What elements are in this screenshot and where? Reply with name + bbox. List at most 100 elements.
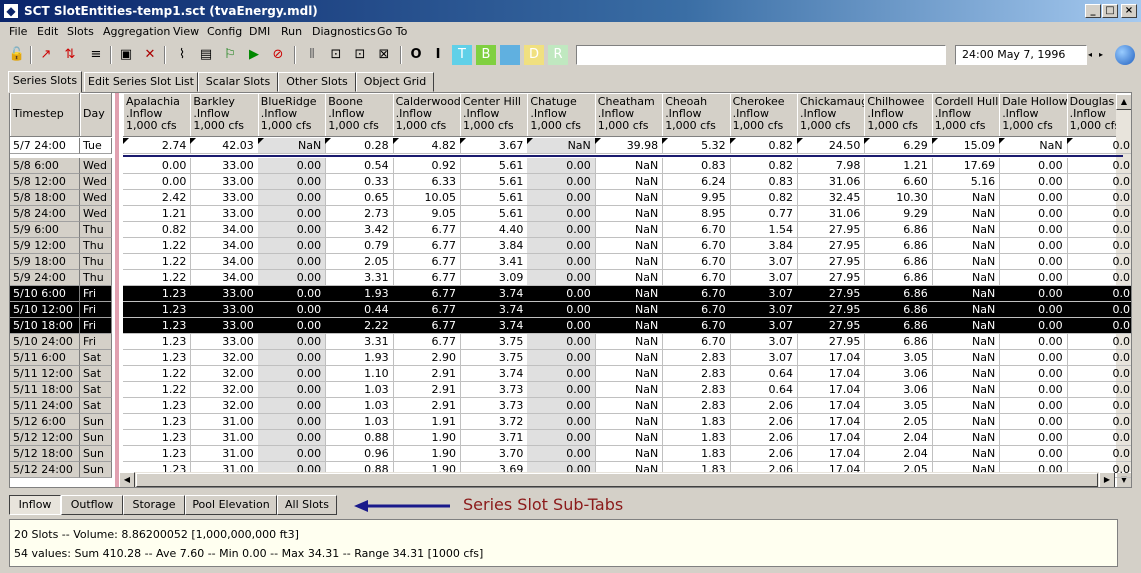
value-cell[interactable]: 0.00 — [257, 238, 327, 254]
day-cell[interactable]: Thu — [80, 238, 112, 254]
value-cell[interactable]: 0.00 — [999, 350, 1068, 366]
menu-view[interactable]: View — [173, 25, 199, 38]
value-cell[interactable]: 1.23 — [123, 286, 192, 302]
day-cell[interactable]: Sun — [80, 414, 112, 430]
flag-t-icon[interactable]: T — [452, 45, 472, 65]
column-header[interactable]: Cheatham .Inflow 1,000 cfs — [594, 93, 664, 137]
plot-icon[interactable]: ⌇ — [172, 45, 192, 65]
value-cell[interactable]: 3.07 — [729, 350, 798, 366]
subtab-pool-elevation[interactable]: Pool Elevation — [185, 495, 277, 515]
value-cell[interactable]: 6.77 — [392, 318, 461, 334]
value-cell[interactable]: 0.00 — [257, 254, 327, 270]
value-cell[interactable]: 0.79 — [325, 238, 394, 254]
timestep-cell[interactable]: 5/9 6:00 — [10, 222, 80, 238]
value-cell[interactable]: 0.00 — [999, 382, 1068, 398]
value-cell[interactable]: 0.83 — [729, 174, 798, 190]
value-cell[interactable]: 0.00 — [527, 222, 596, 238]
subtab-all-slots[interactable]: All Slots — [277, 495, 337, 515]
timestep-cell[interactable]: 5/12 12:00 — [10, 430, 80, 446]
value-cell[interactable]: 0.83 — [662, 158, 731, 174]
flag-b-icon[interactable]: B — [476, 45, 496, 65]
value-cell[interactable]: 0.00 — [999, 270, 1068, 286]
value-cell[interactable]: 6.70 — [662, 334, 731, 350]
value-cell[interactable]: 3.42 — [325, 222, 394, 238]
value-cell[interactable]: 3.07 — [729, 254, 798, 270]
value-cell[interactable]: 2.06 — [729, 398, 798, 414]
value-cell[interactable]: 0.65 — [325, 190, 394, 206]
column-header[interactable]: Chickamauga.Inflow1,000 cfs — [797, 93, 866, 137]
value-cell[interactable]: NaN — [931, 206, 1001, 222]
day-cell[interactable]: Fri — [80, 318, 112, 334]
value-cell[interactable]: 1.83 — [662, 430, 731, 446]
value-cell[interactable]: 33.00 — [190, 190, 259, 206]
value-cell[interactable]: NaN — [594, 414, 664, 430]
value-cell[interactable]: 0.00 — [257, 382, 327, 398]
value-cell[interactable]: 6.70 — [662, 302, 731, 318]
value-cell[interactable]: NaN — [931, 446, 1001, 462]
value-cell[interactable]: 0.00 — [999, 430, 1068, 446]
value-cell[interactable]: 2.42 — [123, 190, 192, 206]
value-cell[interactable]: 0.00 — [999, 158, 1068, 174]
value-cell[interactable]: 6.86 — [864, 286, 933, 302]
value-cell[interactable]: 6.60 — [864, 174, 933, 190]
value-cell[interactable]: 2.06 — [729, 414, 798, 430]
timestep-cell[interactable]: 5/11 24:00 — [10, 398, 80, 414]
value-cell[interactable]: 31.00 — [190, 446, 259, 462]
maximize-button[interactable]: □ — [1102, 4, 1118, 18]
value-cell[interactable]: 2.83 — [662, 398, 731, 414]
value-cell[interactable]: NaN — [931, 350, 1001, 366]
value-cell[interactable]: 3.74 — [460, 286, 529, 302]
value-cell[interactable]: 3.75 — [460, 334, 529, 350]
timestep-cell[interactable]: 5/8 24:00 — [10, 206, 80, 222]
value-cell[interactable]: 0.0 — [1066, 254, 1131, 270]
value-cell[interactable]: 0.00 — [527, 254, 596, 270]
open-object-icon[interactable]: ▣ — [116, 45, 136, 65]
timestep-cell[interactable]: 5/10 18:00 — [10, 318, 80, 334]
day-cell[interactable]: Thu — [80, 222, 112, 238]
value-cell[interactable]: 2.04 — [864, 430, 933, 446]
value-cell[interactable]: NaN — [594, 350, 664, 366]
value-cell[interactable]: 0.96 — [325, 446, 394, 462]
value-cell[interactable]: 6.77 — [392, 222, 461, 238]
value-cell[interactable]: 3.70 — [460, 446, 529, 462]
value-cell[interactable]: 6.77 — [392, 286, 461, 302]
value-cell[interactable]: 6.70 — [662, 254, 731, 270]
value-cell[interactable]: 2.04 — [864, 446, 933, 462]
value-cell[interactable]: NaN — [931, 334, 1001, 350]
value-cell[interactable]: 1.03 — [325, 414, 394, 430]
value-cell[interactable]: 33.00 — [190, 334, 259, 350]
value-cell[interactable]: 1.22 — [123, 366, 192, 382]
menu-edit[interactable]: Edit — [37, 25, 58, 38]
value-cell[interactable]: 3.74 — [460, 366, 529, 382]
value-cell[interactable]: NaN — [931, 270, 1001, 286]
value-cell[interactable]: NaN — [931, 398, 1001, 414]
value-cell[interactable]: 0.00 — [527, 414, 596, 430]
timestep-cell[interactable]: 5/9 24:00 — [10, 270, 80, 286]
value-cell[interactable]: 0.0 — [1066, 238, 1131, 254]
day-cell[interactable]: Sun — [80, 462, 112, 478]
date-prev-icon[interactable]: ◂ — [1088, 46, 1098, 64]
value-cell[interactable]: 3.06 — [864, 382, 933, 398]
value-cell[interactable]: NaN — [931, 430, 1001, 446]
timestep-cell[interactable]: 5/12 18:00 — [10, 446, 80, 462]
column-header[interactable]: Chatuge .Inflow 1,000 cfs — [527, 93, 596, 137]
value-cell[interactable]: 17.04 — [797, 430, 866, 446]
value-cell[interactable]: 0.00 — [123, 158, 192, 174]
value-cell[interactable]: 1.23 — [123, 334, 192, 350]
value-cell[interactable]: 0.54 — [325, 158, 394, 174]
value-cell[interactable]: 6.77 — [392, 254, 461, 270]
value-cell[interactable]: 27.95 — [797, 222, 866, 238]
column-header[interactable]: Center Hill .Inflow 1,000 cfs — [460, 93, 529, 137]
initial-value-cell[interactable]: 0.0 — [1066, 138, 1131, 154]
value-cell[interactable]: 0.00 — [527, 430, 596, 446]
initial-value-cell[interactable]: 5.32 — [662, 138, 731, 154]
value-cell[interactable]: 1.22 — [123, 254, 192, 270]
value-cell[interactable]: 32.45 — [797, 190, 866, 206]
value-cell[interactable]: 3.41 — [460, 254, 529, 270]
value-cell[interactable]: NaN — [594, 174, 664, 190]
value-cell[interactable]: 0.92 — [392, 158, 461, 174]
date-field[interactable]: 24:00 May 7, 1996 — [955, 45, 1087, 65]
value-cell[interactable]: 6.86 — [864, 238, 933, 254]
timestep-cell[interactable]: 5/11 12:00 — [10, 366, 80, 382]
horizontal-scrollbar-thumb[interactable] — [136, 473, 1098, 487]
